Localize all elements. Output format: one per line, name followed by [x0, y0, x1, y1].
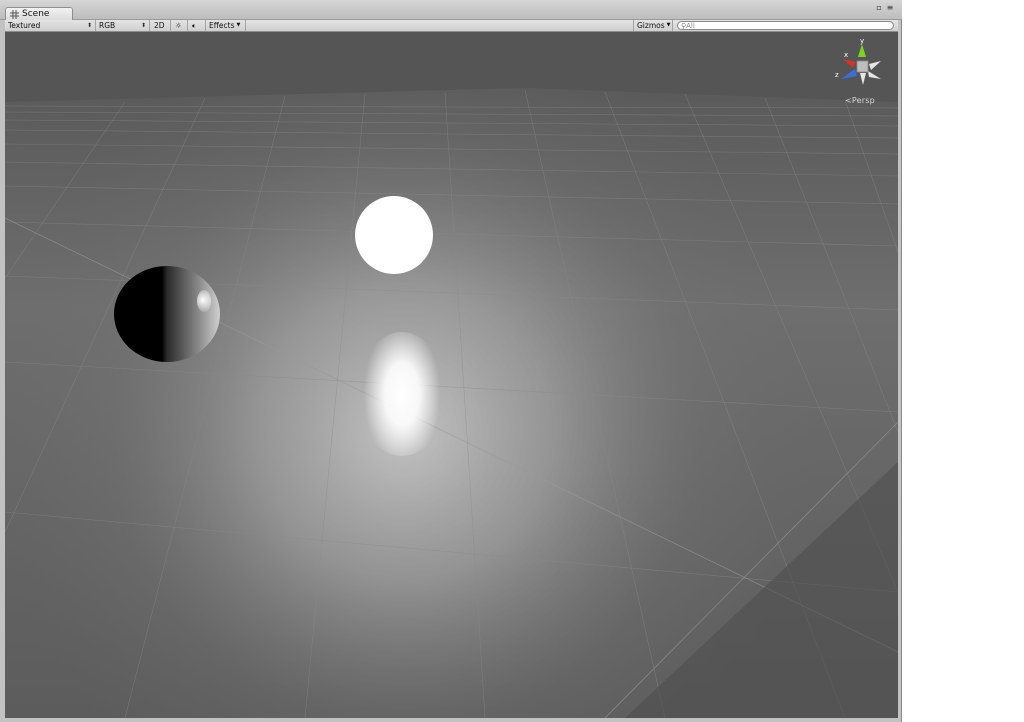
sun-icon: ☼ — [175, 21, 182, 30]
speaker-icon: 🔈︎ — [192, 21, 197, 30]
chevron-down-icon: ▼ — [236, 22, 241, 28]
neg-x-cone-icon[interactable] — [869, 61, 881, 70]
dark-sphere[interactable] — [114, 266, 220, 362]
ground-plane — [5, 88, 898, 718]
maximize-icon[interactable]: ▫ — [875, 4, 883, 12]
menu-icon[interactable]: ≡ — [886, 4, 894, 12]
lighting-toggle-button[interactable]: ☼ — [171, 20, 188, 31]
sphere-reflection — [357, 332, 447, 456]
projection-toggle[interactable]: <Persp — [845, 96, 875, 105]
dropdown-arrows-icon: ⬍ — [86, 22, 92, 29]
tab-strip: Scene ▫ ≡ — [0, 0, 902, 20]
sphere-specular — [197, 290, 211, 312]
scene-window: Scene ▫ ≡ Textured ⬍ RGB ⬍ 2D ☼ 🔈︎ Effec… — [0, 0, 902, 722]
gizmo-label-z: z — [835, 71, 839, 79]
tab-scene[interactable]: Scene — [5, 7, 73, 20]
draw-mode-value: Textured — [8, 21, 41, 30]
toggle-2d-label: 2D — [154, 21, 165, 30]
search-input[interactable]: ⚲All — [677, 21, 894, 30]
gizmo-label-y: y — [860, 37, 864, 45]
white-sphere[interactable] — [355, 196, 433, 274]
neg-z-cone-icon[interactable] — [868, 71, 881, 79]
search-placeholder: All — [686, 22, 695, 30]
projection-label: Persp — [851, 96, 875, 105]
draw-mode-dropdown[interactable]: Textured ⬍ — [5, 20, 96, 31]
effects-dropdown[interactable]: Effects ▼ — [206, 20, 246, 31]
gizmo-label-x: x — [844, 51, 848, 59]
gizmo-center-cube-icon[interactable] — [856, 60, 869, 73]
effects-label: Effects — [209, 21, 235, 30]
audio-toggle-button[interactable]: 🔈︎ — [188, 20, 206, 31]
dropdown-arrows-icon: ⬍ — [140, 22, 146, 29]
tab-scene-label: Scene — [22, 9, 50, 19]
gizmos-dropdown[interactable]: Gizmos ▼ — [633, 20, 673, 31]
scene-toolbar: Textured ⬍ RGB ⬍ 2D ☼ 🔈︎ Effects ▼ Gizmos… — [5, 20, 898, 32]
x-axis-cone-icon[interactable] — [843, 59, 856, 68]
scene-grid-icon — [10, 10, 19, 19]
toggle-2d-button[interactable]: 2D — [151, 20, 171, 31]
scene-viewport[interactable]: y x z <Persp — [5, 32, 898, 718]
neg-y-cone-icon[interactable] — [860, 73, 866, 85]
chevron-down-icon: ▼ — [666, 22, 671, 28]
render-mode-value: RGB — [99, 21, 116, 30]
gizmos-label: Gizmos — [637, 21, 665, 30]
persp-lines-icon: < — [845, 96, 852, 105]
y-axis-cone-icon[interactable] — [858, 44, 866, 57]
z-axis-cone-icon[interactable] — [841, 69, 857, 79]
render-mode-dropdown[interactable]: RGB ⬍ — [96, 20, 150, 31]
orientation-gizmo[interactable]: y x z — [831, 35, 891, 95]
scene-render — [5, 32, 898, 718]
